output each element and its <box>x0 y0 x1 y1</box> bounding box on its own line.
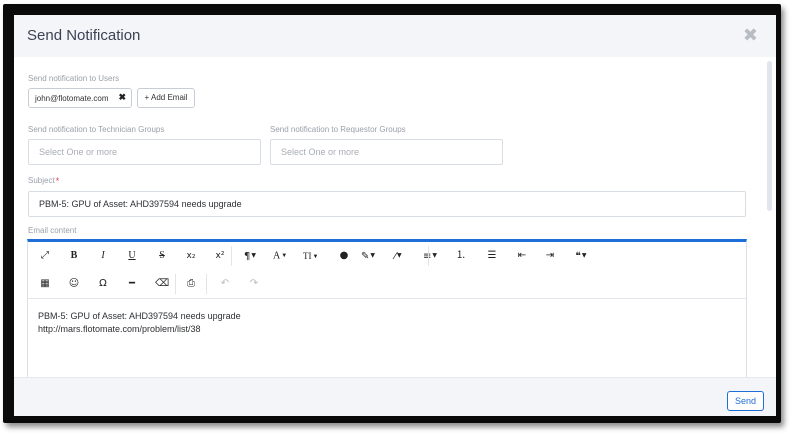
toolbar-separator <box>206 274 207 294</box>
editor-line: PBM-5: GPU of Asset: AHD397594 needs upg… <box>38 311 241 321</box>
requestor-groups-select[interactable]: Select One or more <box>270 139 503 165</box>
table-icon[interactable]: ▦ <box>38 275 52 293</box>
emoticon-icon[interactable]: ☺ <box>67 275 81 293</box>
strikethrough-icon[interactable]: S <box>155 247 169 265</box>
dialog-title: Send Notification <box>27 27 141 44</box>
bold-icon[interactable]: B <box>67 247 81 265</box>
editor-toolbar-row-2: ▦ ☺ Ω ━ ⌫ ⎙ ↶ ↷ <box>28 270 746 299</box>
add-email-button[interactable]: + Add Email <box>137 88 195 108</box>
brush-icon[interactable]: ✎▼ <box>361 247 375 265</box>
toolbar-separator <box>231 246 232 266</box>
subject-input[interactable]: PBM-5: GPU of Asset: AHD397594 needs upg… <box>28 191 746 217</box>
fullscreen-icon[interactable]: ⤢ <box>38 247 52 265</box>
required-mark: * <box>55 176 60 186</box>
window-frame: Send Notification ✖ Send notification to… <box>3 4 781 423</box>
outdent-icon[interactable]: ⇤ <box>515 247 529 265</box>
dialog-footer: Send <box>14 377 776 416</box>
unordered-list-icon[interactable]: ☰ <box>485 247 499 265</box>
clear-formatting-icon[interactable]: ⌫ <box>155 275 169 293</box>
technician-groups-label: Send notification to Technician Groups <box>28 125 165 134</box>
subscript-icon[interactable]: x₂ <box>184 247 198 265</box>
dialog-header: Send Notification ✖ <box>14 15 776 57</box>
editor-body[interactable]: PBM-5: GPU of Asset: AHD397594 needs upg… <box>38 310 728 336</box>
toolbar-separator <box>175 274 176 294</box>
font-family-icon[interactable]: A▼ <box>273 247 287 265</box>
italic-icon[interactable]: I <box>96 247 110 265</box>
close-icon[interactable]: ✖ <box>743 25 758 45</box>
remove-email-icon[interactable]: ✖ <box>118 92 126 103</box>
redo-icon[interactable]: ↷ <box>247 275 261 293</box>
users-label: Send notification to Users <box>28 74 120 83</box>
send-button[interactable]: Send <box>727 391 764 411</box>
user-email-text: john@flotomate.com <box>35 94 109 103</box>
toolbar-separator <box>428 246 429 266</box>
paragraph-format-icon[interactable]: ¶▼ <box>243 247 257 265</box>
undo-icon[interactable]: ↶ <box>218 275 232 293</box>
special-characters-icon[interactable]: Ω <box>96 275 110 293</box>
scrollbar-thumb[interactable] <box>767 61 772 211</box>
align-icon[interactable]: ≡▼ <box>423 247 437 265</box>
subject-label-text: Subject <box>28 176 55 185</box>
email-content-label: Email content <box>28 226 77 235</box>
ordered-list-icon[interactable]: ⒈ <box>454 247 468 265</box>
subject-label: Subject* <box>28 176 59 186</box>
horizontal-line-icon[interactable]: ━ <box>125 275 139 293</box>
underline-icon[interactable]: U <box>125 247 139 265</box>
indent-icon[interactable]: ⇥ <box>543 247 557 265</box>
font-size-icon[interactable]: TI▼ <box>303 247 318 265</box>
user-email-chip: john@flotomate.com ✖ <box>28 88 132 108</box>
requestor-groups-label: Send notification to Requestor Groups <box>270 125 406 134</box>
magic-icon[interactable]: ⁄▼ <box>391 247 405 265</box>
scrollbar[interactable] <box>767 61 772 211</box>
quote-icon[interactable]: ❝▼ <box>574 247 588 265</box>
print-icon[interactable]: ⎙ <box>184 275 198 293</box>
editor-toolbar-row-1: ⤢ BIUSx₂ x² ¶▼ A▼ TI▼ ● ✎▼ ⁄▼ ≡▼ ⒈ ☰ ⇤ ⇥ ❝▼ <box>28 242 746 271</box>
technician-groups-select[interactable]: Select One or more <box>28 139 261 165</box>
superscript-icon[interactable]: x² <box>213 247 227 265</box>
editor-line: http://mars.flotomate.com/problem/list/3… <box>38 324 201 334</box>
send-notification-dialog: Send Notification ✖ Send notification to… <box>14 15 776 416</box>
color-icon[interactable]: ● <box>337 247 351 265</box>
